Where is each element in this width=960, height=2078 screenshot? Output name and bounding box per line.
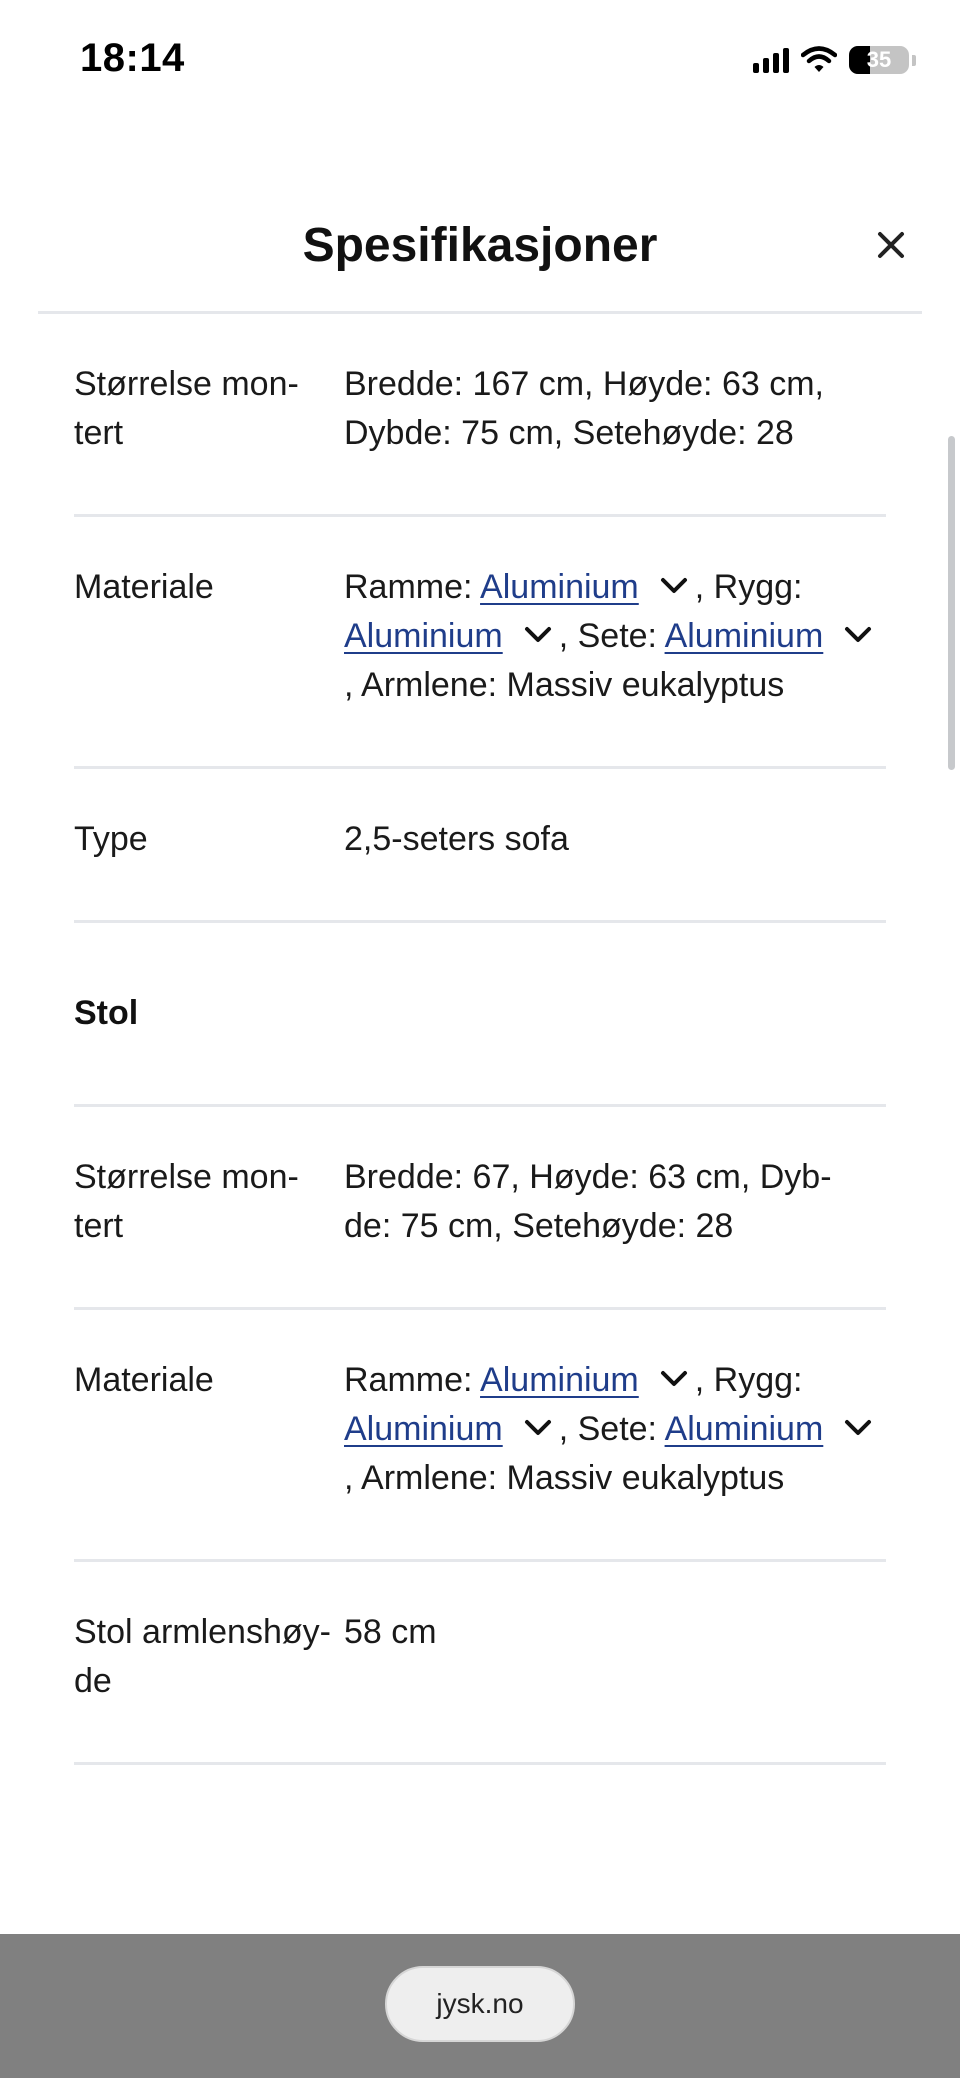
battery-tip	[912, 54, 916, 66]
spec-label: Type	[74, 820, 148, 858]
material-prefix: Ramme:	[344, 568, 473, 606]
chevron-down-icon[interactable]	[841, 624, 875, 646]
spec-row-size: Størrelse mon- tert Bredde: 167 cm, Høyd…	[74, 314, 886, 517]
chevron-down-icon[interactable]	[521, 624, 555, 646]
material-prefix: Ramme:	[344, 1361, 473, 1399]
spec-row-material: Materiale Ramme: Aluminium , Rygg: Alumin…	[74, 517, 886, 769]
chevron-down-icon[interactable]	[657, 1368, 691, 1390]
material-link-seat[interactable]: Aluminium	[665, 617, 824, 655]
spec-label: Stol armlenshøy- de	[74, 1613, 331, 1700]
battery-icon: 35	[849, 46, 909, 74]
spec-label: Materiale	[74, 1361, 214, 1399]
spec-value: Bredde: 167 cm, Høyde: 63 cm, Dybde: 75 …	[344, 365, 824, 452]
chevron-down-icon[interactable]	[521, 1417, 555, 1439]
spec-row-type: Type 2,5-seters sofa	[74, 769, 886, 923]
material-suffix: , Armlene: Massiv eukalyptus	[344, 666, 785, 704]
chevron-down-icon[interactable]	[657, 575, 691, 597]
material-link-back[interactable]: Aluminium	[344, 617, 503, 655]
material-link-back[interactable]: Aluminium	[344, 1410, 503, 1448]
close-icon	[878, 232, 904, 258]
url-pill[interactable]: jysk.no	[385, 1966, 575, 2042]
spec-row-material: Materiale Ramme: Aluminium , Rygg: Alumin…	[74, 1310, 886, 1562]
status-bar: 18:14 35	[0, 0, 960, 120]
browser-bottom-bar: jysk.no	[0, 1934, 960, 2078]
material-link-seat[interactable]: Aluminium	[665, 1410, 824, 1448]
spec-label: Størrelse mon- tert	[74, 1158, 299, 1245]
material-link-frame[interactable]: Aluminium	[480, 568, 639, 606]
sheet-title: Spesifikasjoner	[302, 219, 658, 272]
spec-row-size: Størrelse mon- tert Bredde: 67, Høyde: 6…	[74, 1107, 886, 1310]
spec-value: Ramme: Aluminium, Rygg: Aluminium, Sete:…	[344, 1356, 886, 1503]
cellular-signal-icon	[753, 47, 789, 73]
material-suffix: , Armlene: Massiv eukalyptus	[344, 1459, 785, 1497]
spec-value: Bredde: 67, Høyde: 63 cm, Dyb- de: 75 cm…	[344, 1158, 832, 1245]
material-sep: , Sete:	[558, 617, 657, 655]
material-sep: , Sete:	[558, 1410, 657, 1448]
wifi-icon	[801, 46, 837, 72]
status-icons: 35	[753, 44, 916, 76]
spec-label: Materiale	[74, 568, 214, 606]
spec-label: Størrelse mon- tert	[74, 365, 299, 452]
material-link-frame[interactable]: Aluminium	[480, 1361, 639, 1399]
spec-value: 2,5-seters sofa	[344, 820, 569, 858]
chevron-down-icon[interactable]	[841, 1417, 875, 1439]
status-time: 18:14	[80, 36, 185, 80]
battery-level: 35	[866, 47, 892, 72]
spec-section-chair: Stol	[74, 923, 886, 1107]
material-sep: , Rygg:	[694, 568, 803, 606]
material-sep: , Rygg:	[694, 1361, 803, 1399]
scrollbar[interactable]	[948, 436, 955, 770]
close-button[interactable]	[866, 220, 916, 270]
spec-list: Størrelse mon- tert Bredde: 167 cm, Høyd…	[74, 314, 886, 1934]
sheet-header: Spesifikasjoner	[0, 190, 960, 314]
section-title: Stol	[74, 994, 139, 1032]
spec-row-armrest-height: Stol armlenshøy- de 58 cm	[74, 1562, 886, 1765]
spec-value: 58 cm	[344, 1613, 437, 1651]
spec-value: Ramme: Aluminium, Rygg: Aluminium, Sete:…	[344, 563, 886, 710]
